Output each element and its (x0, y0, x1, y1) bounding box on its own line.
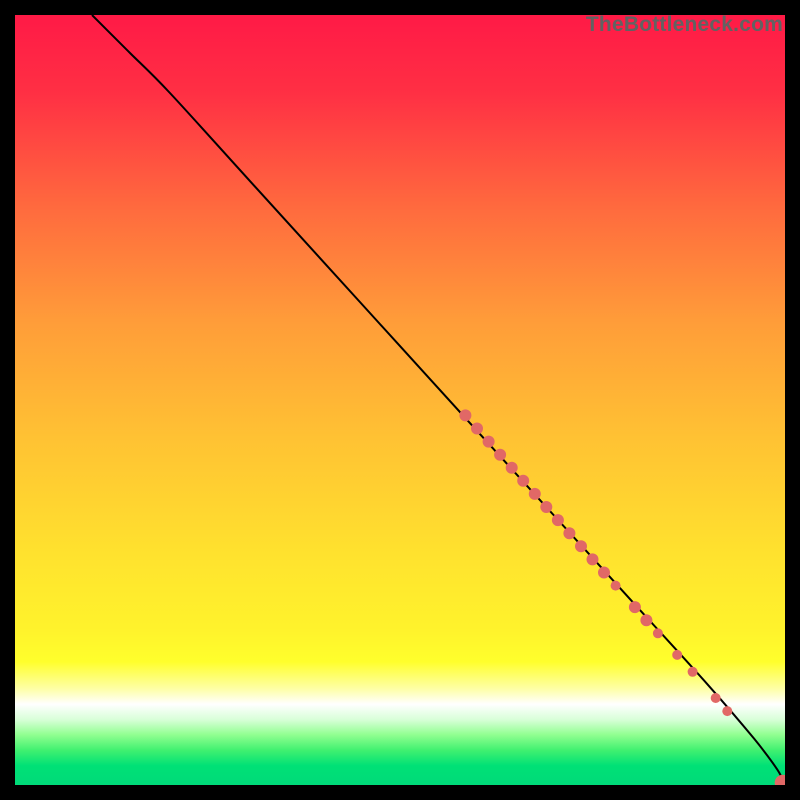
scatter-point (587, 553, 599, 565)
scatter-points (459, 409, 785, 785)
scatter-point (517, 475, 529, 487)
scatter-point (640, 614, 652, 626)
scatter-point (506, 462, 518, 474)
scatter-point (483, 436, 495, 448)
chart-stage: TheBottleneck.com (0, 0, 800, 800)
scatter-point (575, 540, 587, 552)
scatter-point (529, 488, 541, 500)
scatter-point (722, 706, 732, 716)
scatter-point (598, 567, 610, 579)
watermark-text: TheBottleneck.com (586, 13, 783, 37)
scatter-point (775, 775, 785, 785)
scatter-point (611, 581, 621, 591)
scatter-point (653, 628, 663, 638)
scatter-point (629, 601, 641, 613)
scatter-point (471, 423, 483, 435)
scatter-point (688, 667, 698, 677)
scatter-point (459, 409, 471, 421)
scatter-point (563, 527, 575, 539)
curve-line (92, 15, 785, 785)
scatter-point (552, 514, 564, 526)
scatter-point (494, 449, 506, 461)
scatter-point (711, 693, 721, 703)
plot-area: TheBottleneck.com (15, 15, 785, 785)
scatter-point (540, 501, 552, 513)
chart-overlay (15, 15, 785, 785)
scatter-point (672, 650, 682, 660)
